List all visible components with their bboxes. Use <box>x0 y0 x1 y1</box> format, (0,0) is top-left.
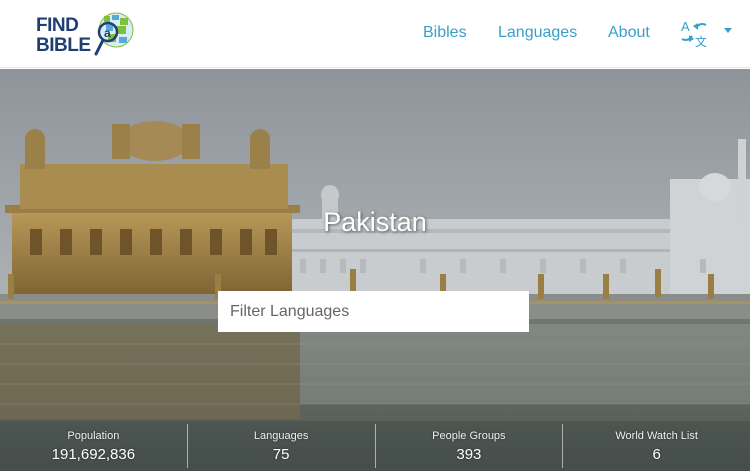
nav-link-about[interactable]: About <box>608 24 650 42</box>
stat-label: People Groups <box>432 430 506 442</box>
stat-value: 75 <box>272 446 290 463</box>
country-name-heading: Pakistan <box>323 207 427 237</box>
stat-value: 191,692,836 <box>51 446 136 463</box>
filter-languages-input[interactable] <box>218 291 529 332</box>
translate-glyph-latin: A <box>681 19 690 34</box>
stat-population: Population 191,692,836 <box>0 424 188 468</box>
caret-down-icon <box>724 28 732 33</box>
logo-text-find: FIND <box>36 15 79 36</box>
svg-text:a: a <box>104 26 111 40</box>
country-hero: Pakistan Population 191,692,836 Language… <box>0 69 750 471</box>
stat-label: World Watch List <box>615 430 698 442</box>
globe-magnifier-icon: a <box>94 12 134 56</box>
translate-glyph-cjk: 文 <box>695 34 707 49</box>
country-stats-bar: Population 191,692,836 Languages 75 Peop… <box>0 421 750 471</box>
stat-world-watch-list[interactable]: World Watch List 6 <box>563 424 750 468</box>
site-header: FIND BIBLE a Bibles Languages About A 文 <box>0 0 750 68</box>
golden-temple-background-image <box>0 69 750 471</box>
stat-languages[interactable]: Languages 75 <box>188 424 376 468</box>
stat-value: 393 <box>456 446 482 463</box>
stat-label: Population <box>67 430 120 442</box>
stat-value: 6 <box>652 446 661 463</box>
nav-link-languages[interactable]: Languages <box>498 24 577 42</box>
find-a-bible-logo[interactable]: FIND BIBLE a <box>36 10 136 62</box>
stat-people-groups[interactable]: People Groups 393 <box>376 424 564 468</box>
translate-icon: A 文 <box>681 19 732 49</box>
logo-text-bible: BIBLE <box>36 35 91 56</box>
stat-label: Languages <box>253 430 309 442</box>
language-switcher[interactable]: A 文 <box>678 18 738 50</box>
nav-link-bibles[interactable]: Bibles <box>423 24 467 42</box>
